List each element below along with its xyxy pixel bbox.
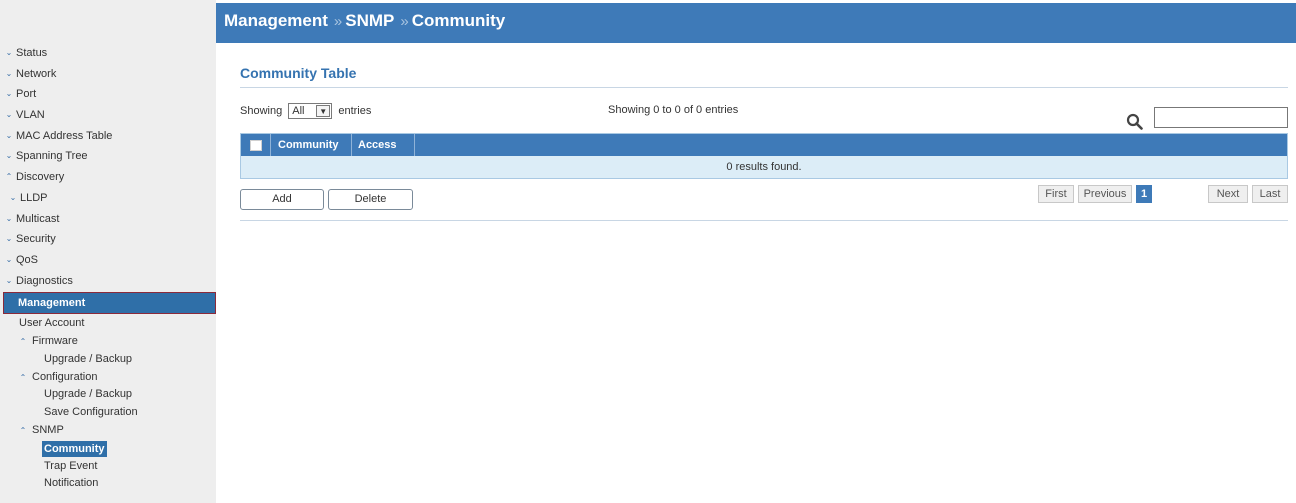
pagination-last[interactable]: Last (1252, 185, 1288, 203)
breadcrumb-snmp: SNMP (345, 11, 395, 30)
sidebar-item-port[interactable]: ⌄ Port (0, 84, 216, 105)
chevron-down-icon: ⌄ (5, 275, 13, 285)
column-header-access[interactable]: Access (352, 134, 415, 156)
chevron-up-icon: ⌃ (19, 372, 27, 382)
sidebar-item-network[interactable]: ⌄ Network (0, 64, 216, 85)
chevron-down-icon: ⌄ (5, 130, 13, 140)
sidebar-item-discovery[interactable]: ⌃ Discovery (0, 167, 216, 188)
chevron-down-icon: ⌄ (5, 254, 13, 264)
chevron-up-icon: ⌃ (5, 172, 13, 182)
divider (240, 87, 1288, 88)
search-icon (1126, 113, 1143, 130)
sidebar-item-mac-address-table[interactable]: ⌄ MAC Address Table (0, 126, 216, 147)
sidebar-item-status[interactable]: ⌄ Status (0, 43, 216, 64)
sidebar-item-vlan[interactable]: ⌄ VLAN (0, 105, 216, 126)
chevron-up-icon: ⌃ (19, 426, 27, 436)
sidebar-item-management[interactable]: Management (3, 292, 216, 315)
community-table: Community Access 0 results found. (240, 133, 1288, 179)
chevron-down-icon: ⌄ (5, 48, 13, 57)
entries-info: Showing 0 to 0 of 0 entries (608, 104, 739, 116)
sidebar-item-configuration-upgrade-backup[interactable]: Upgrade / Backup (0, 386, 216, 404)
breadcrumb-management: Management (224, 11, 328, 30)
add-button[interactable]: Add (240, 189, 324, 210)
sidebar-item-spanning-tree[interactable]: ⌄ Spanning Tree (0, 146, 216, 167)
divider (240, 220, 1288, 221)
sidebar-nav: ⌄ Status ⌄ Network ⌄ Port ⌄ VLAN ⌄ MAC Addres… (0, 43, 216, 493)
sidebar-item-firmware[interactable]: ⌃ Firmware (0, 333, 216, 351)
breadcrumb-separator: » (333, 13, 343, 30)
entries-select[interactable]: All ▼ (288, 103, 333, 119)
breadcrumb-separator: » (400, 13, 409, 30)
main-content: Community Table Showing All ▼ entries Sh… (216, 43, 1296, 503)
chevron-down-icon: ⌄ (5, 68, 13, 78)
chevron-down-icon: ⌄ (9, 192, 17, 202)
chevron-down-icon: ⌄ (5, 151, 13, 161)
sidebar-item-security[interactable]: ⌄ Security (0, 229, 216, 250)
chevron-down-icon: ▼ (316, 105, 331, 117)
page-title: Community Table (240, 65, 357, 81)
table-header: Community Access (241, 134, 1287, 156)
sidebar-item-snmp[interactable]: ⌃ SNMP (0, 422, 216, 440)
pagination-previous[interactable]: Previous (1078, 185, 1132, 203)
sidebar-item-configuration[interactable]: ⌃ Configuration (0, 369, 216, 387)
sidebar-item-save-configuration[interactable]: Save Configuration (0, 404, 216, 422)
chevron-down-icon: ⌄ (5, 213, 13, 223)
breadcrumb-community: Community (411, 11, 506, 30)
sidebar-item-community[interactable]: Community (0, 440, 216, 458)
pagination-next[interactable]: Next (1208, 185, 1248, 203)
sidebar-item-multicast[interactable]: ⌄ Multicast (0, 209, 216, 230)
entries-label: entries (338, 104, 372, 117)
select-all-checkbox[interactable] (250, 140, 262, 151)
column-header-community[interactable]: Community (271, 134, 352, 156)
entries-length-control: Showing All ▼ entries (240, 103, 371, 119)
sidebar-item-trap-event[interactable]: Trap Event (0, 458, 216, 476)
sidebar-item-notification[interactable]: Notification (0, 475, 216, 493)
sidebar-item-diagnostics[interactable]: ⌄ Diagnostics (0, 271, 216, 292)
search-input[interactable] (1154, 107, 1288, 128)
showing-label: Showing (240, 104, 283, 117)
sidebar: ⌄ Status ⌄ Network ⌄ Port ⌄ VLAN ⌄ MAC Addres… (0, 0, 216, 503)
chevron-down-icon: ⌄ (5, 234, 13, 244)
select-all-checkbox-cell (241, 134, 271, 156)
sidebar-item-qos[interactable]: ⌄ QoS (0, 250, 216, 271)
chevron-down-icon: ⌄ (5, 110, 13, 120)
chevron-up-icon: ⌃ (19, 337, 27, 347)
chevron-down-icon: ⌄ (5, 89, 13, 99)
sidebar-item-lldp[interactable]: ⌄ LLDP (0, 188, 216, 209)
delete-button[interactable]: Delete (328, 189, 413, 210)
breadcrumb: Management» SNMP» Community (224, 11, 505, 31)
page-header: Management» SNMP» Community (216, 3, 1296, 43)
pagination-page-1[interactable]: 1 (1136, 185, 1152, 203)
pagination-first[interactable]: First (1038, 185, 1074, 203)
sidebar-item-user-account[interactable]: User Account (0, 315, 216, 333)
empty-table-message: 0 results found. (241, 156, 1287, 178)
sidebar-item-firmware-upgrade-backup[interactable]: Upgrade / Backup (0, 351, 216, 369)
entries-select-value: All (292, 105, 305, 117)
